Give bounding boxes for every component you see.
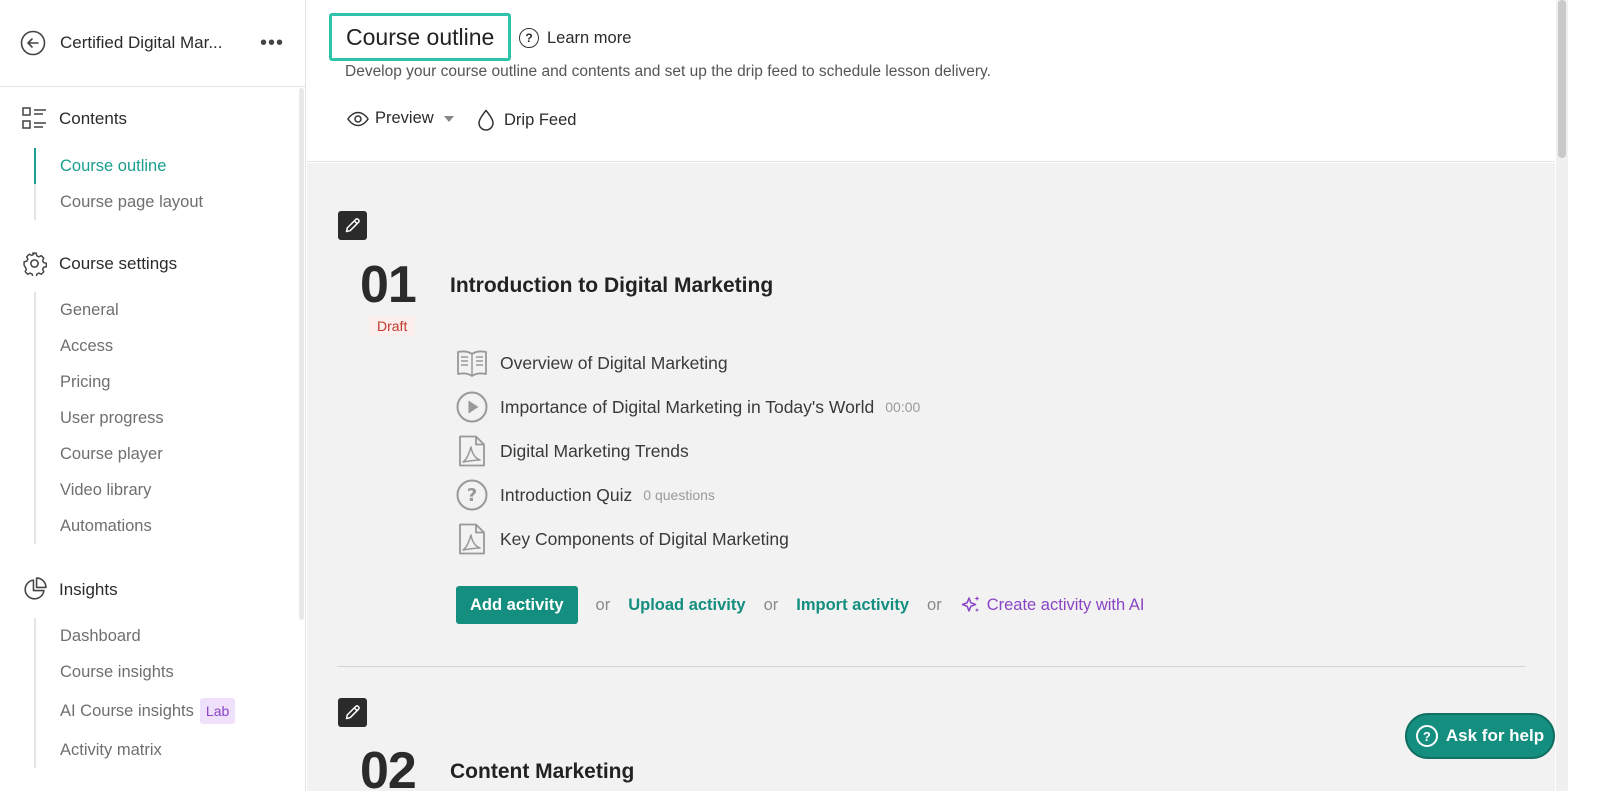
drop-icon: [478, 109, 494, 131]
section-number: 02: [360, 742, 417, 791]
activity-name: Introduction Quiz: [500, 484, 633, 505]
activity-row[interactable]: Digital Marketing Trends: [455, 434, 689, 468]
section-divider: [337, 666, 1525, 667]
quiz-icon: ?: [455, 478, 489, 512]
activity-row[interactable]: Importance of Digital Marketing in Today…: [455, 390, 920, 424]
drip-feed-button[interactable]: Drip Feed: [477, 109, 576, 131]
sidebar-scrollbar[interactable]: [299, 88, 304, 620]
sidebar-group-contents: Course outline Course page layout: [33, 148, 203, 220]
status-badge: Draft: [369, 316, 416, 336]
pencil-icon: [345, 705, 360, 720]
help-circle-icon: ?: [519, 28, 539, 48]
pie-chart-icon: [24, 577, 47, 600]
sparkle-icon: [961, 596, 980, 612]
learn-more-label: Learn more: [547, 28, 632, 47]
upload-activity-link[interactable]: Upload activity: [628, 596, 745, 615]
activity-duration: 00:00: [885, 399, 921, 415]
pdf-icon: [455, 522, 489, 556]
sidebar-item-label: AI Course insights: [60, 702, 194, 720]
section-number: 01: [360, 256, 417, 314]
sidebar-header: Certified Digital Mar... •••: [0, 0, 305, 87]
more-options-icon[interactable]: •••: [260, 32, 284, 55]
sidebar-group-insights: Dashboard Course insights AI Course insi…: [34, 618, 236, 768]
list-icon: [22, 107, 46, 129]
help-circle-icon: ?: [1415, 725, 1438, 747]
activity-row[interactable]: Overview of Digital Marketing: [455, 346, 728, 380]
sidebar-section-label: Insights: [59, 579, 118, 599]
section-title[interactable]: Content Marketing: [450, 760, 634, 784]
sidebar-section-label: Contents: [59, 108, 128, 128]
create-activity-ai-link[interactable]: Create activity with AI: [960, 594, 1145, 616]
activity-row[interactable]: ? Introduction Quiz 0 questions: [455, 478, 715, 512]
edit-section-button[interactable]: [338, 698, 367, 727]
pdf-icon: [455, 434, 489, 468]
pencil-icon: [345, 218, 360, 233]
sidebar-section-label: Course settings: [59, 253, 178, 273]
sidebar-item-general[interactable]: General: [36, 292, 164, 328]
sidebar-item-user-progress[interactable]: User progress: [36, 400, 164, 436]
page-header: Course outline ? Learn more Develop your…: [307, 0, 1555, 162]
activity-row[interactable]: Key Components of Digital Marketing: [455, 522, 789, 556]
page-scrollbar[interactable]: [1556, 0, 1568, 791]
sidebar-section-contents[interactable]: Contents: [22, 106, 127, 131]
import-activity-link[interactable]: Import activity: [796, 596, 909, 615]
sidebar-item-activity-matrix[interactable]: Activity matrix: [36, 732, 235, 768]
or-separator: or: [595, 595, 611, 614]
preview-dropdown[interactable]: Preview: [347, 109, 454, 128]
play-icon: [455, 390, 489, 424]
or-separator: or: [927, 595, 942, 614]
ask-for-help-button[interactable]: ? Ask for help: [1405, 713, 1555, 759]
sidebar: Certified Digital Mar... ••• Contents Co…: [0, 0, 306, 791]
ask-for-help-label: Ask for help: [1445, 726, 1545, 745]
sidebar-item-course-page-layout[interactable]: Course page layout: [36, 184, 203, 220]
sidebar-section-insights[interactable]: Insights: [22, 577, 118, 602]
activity-name: Key Components of Digital Marketing: [500, 528, 789, 549]
section-title[interactable]: Introduction to Digital Marketing: [450, 274, 773, 298]
eye-icon: [347, 111, 369, 126]
book-icon: [455, 346, 489, 380]
page-title-box: Course outline: [329, 13, 512, 61]
activity-name: Digital Marketing Trends: [500, 440, 689, 461]
svg-text:?: ?: [467, 485, 477, 506]
sidebar-section-settings[interactable]: Course settings: [22, 251, 177, 276]
activity-name: Overview of Digital Marketing: [500, 352, 728, 373]
page-title: Course outline: [346, 23, 495, 50]
course-name: Certified Digital Mar...: [60, 33, 223, 52]
edit-section-button[interactable]: [338, 211, 367, 240]
activity-name: Importance of Digital Marketing in Today…: [500, 396, 875, 417]
activity-question-count: 0 questions: [643, 487, 715, 503]
sidebar-item-course-outline[interactable]: Course outline: [33, 148, 203, 184]
sidebar-item-video-library[interactable]: Video library: [36, 472, 164, 508]
sidebar-item-access[interactable]: Access: [36, 328, 164, 364]
preview-label: Preview: [375, 109, 434, 127]
chevron-down-icon: [443, 115, 454, 122]
learn-more-link[interactable]: ? Learn more: [519, 28, 631, 48]
drip-feed-label: Drip Feed: [504, 110, 577, 129]
back-arrow-icon[interactable]: [20, 30, 46, 56]
sidebar-item-pricing[interactable]: Pricing: [36, 364, 164, 400]
activity-actions: Add activity or Upload activity or Impor…: [456, 586, 1144, 624]
or-separator: or: [763, 595, 779, 614]
gear-icon: [23, 252, 47, 276]
scrollbar-thumb[interactable]: [1558, 0, 1566, 158]
page-subtitle: Develop your course outline and contents…: [345, 63, 991, 80]
sidebar-item-course-player[interactable]: Course player: [36, 436, 164, 472]
sidebar-item-automations[interactable]: Automations: [36, 508, 164, 544]
lab-badge: Lab: [199, 698, 236, 724]
sidebar-item-course-insights[interactable]: Course insights: [36, 654, 235, 690]
window-edge: [1568, 0, 1600, 791]
sidebar-item-dashboard[interactable]: Dashboard: [36, 618, 235, 654]
sidebar-group-settings: General Access Pricing User progress Cou…: [34, 292, 164, 544]
course-outline-content: 01 Draft Introduction to Digital Marketi…: [307, 163, 1555, 791]
sidebar-item-ai-course-insights[interactable]: AI Course insights Lab: [36, 690, 236, 732]
add-activity-button[interactable]: Add activity: [456, 586, 578, 624]
create-activity-ai-label: Create activity with AI: [986, 595, 1145, 614]
